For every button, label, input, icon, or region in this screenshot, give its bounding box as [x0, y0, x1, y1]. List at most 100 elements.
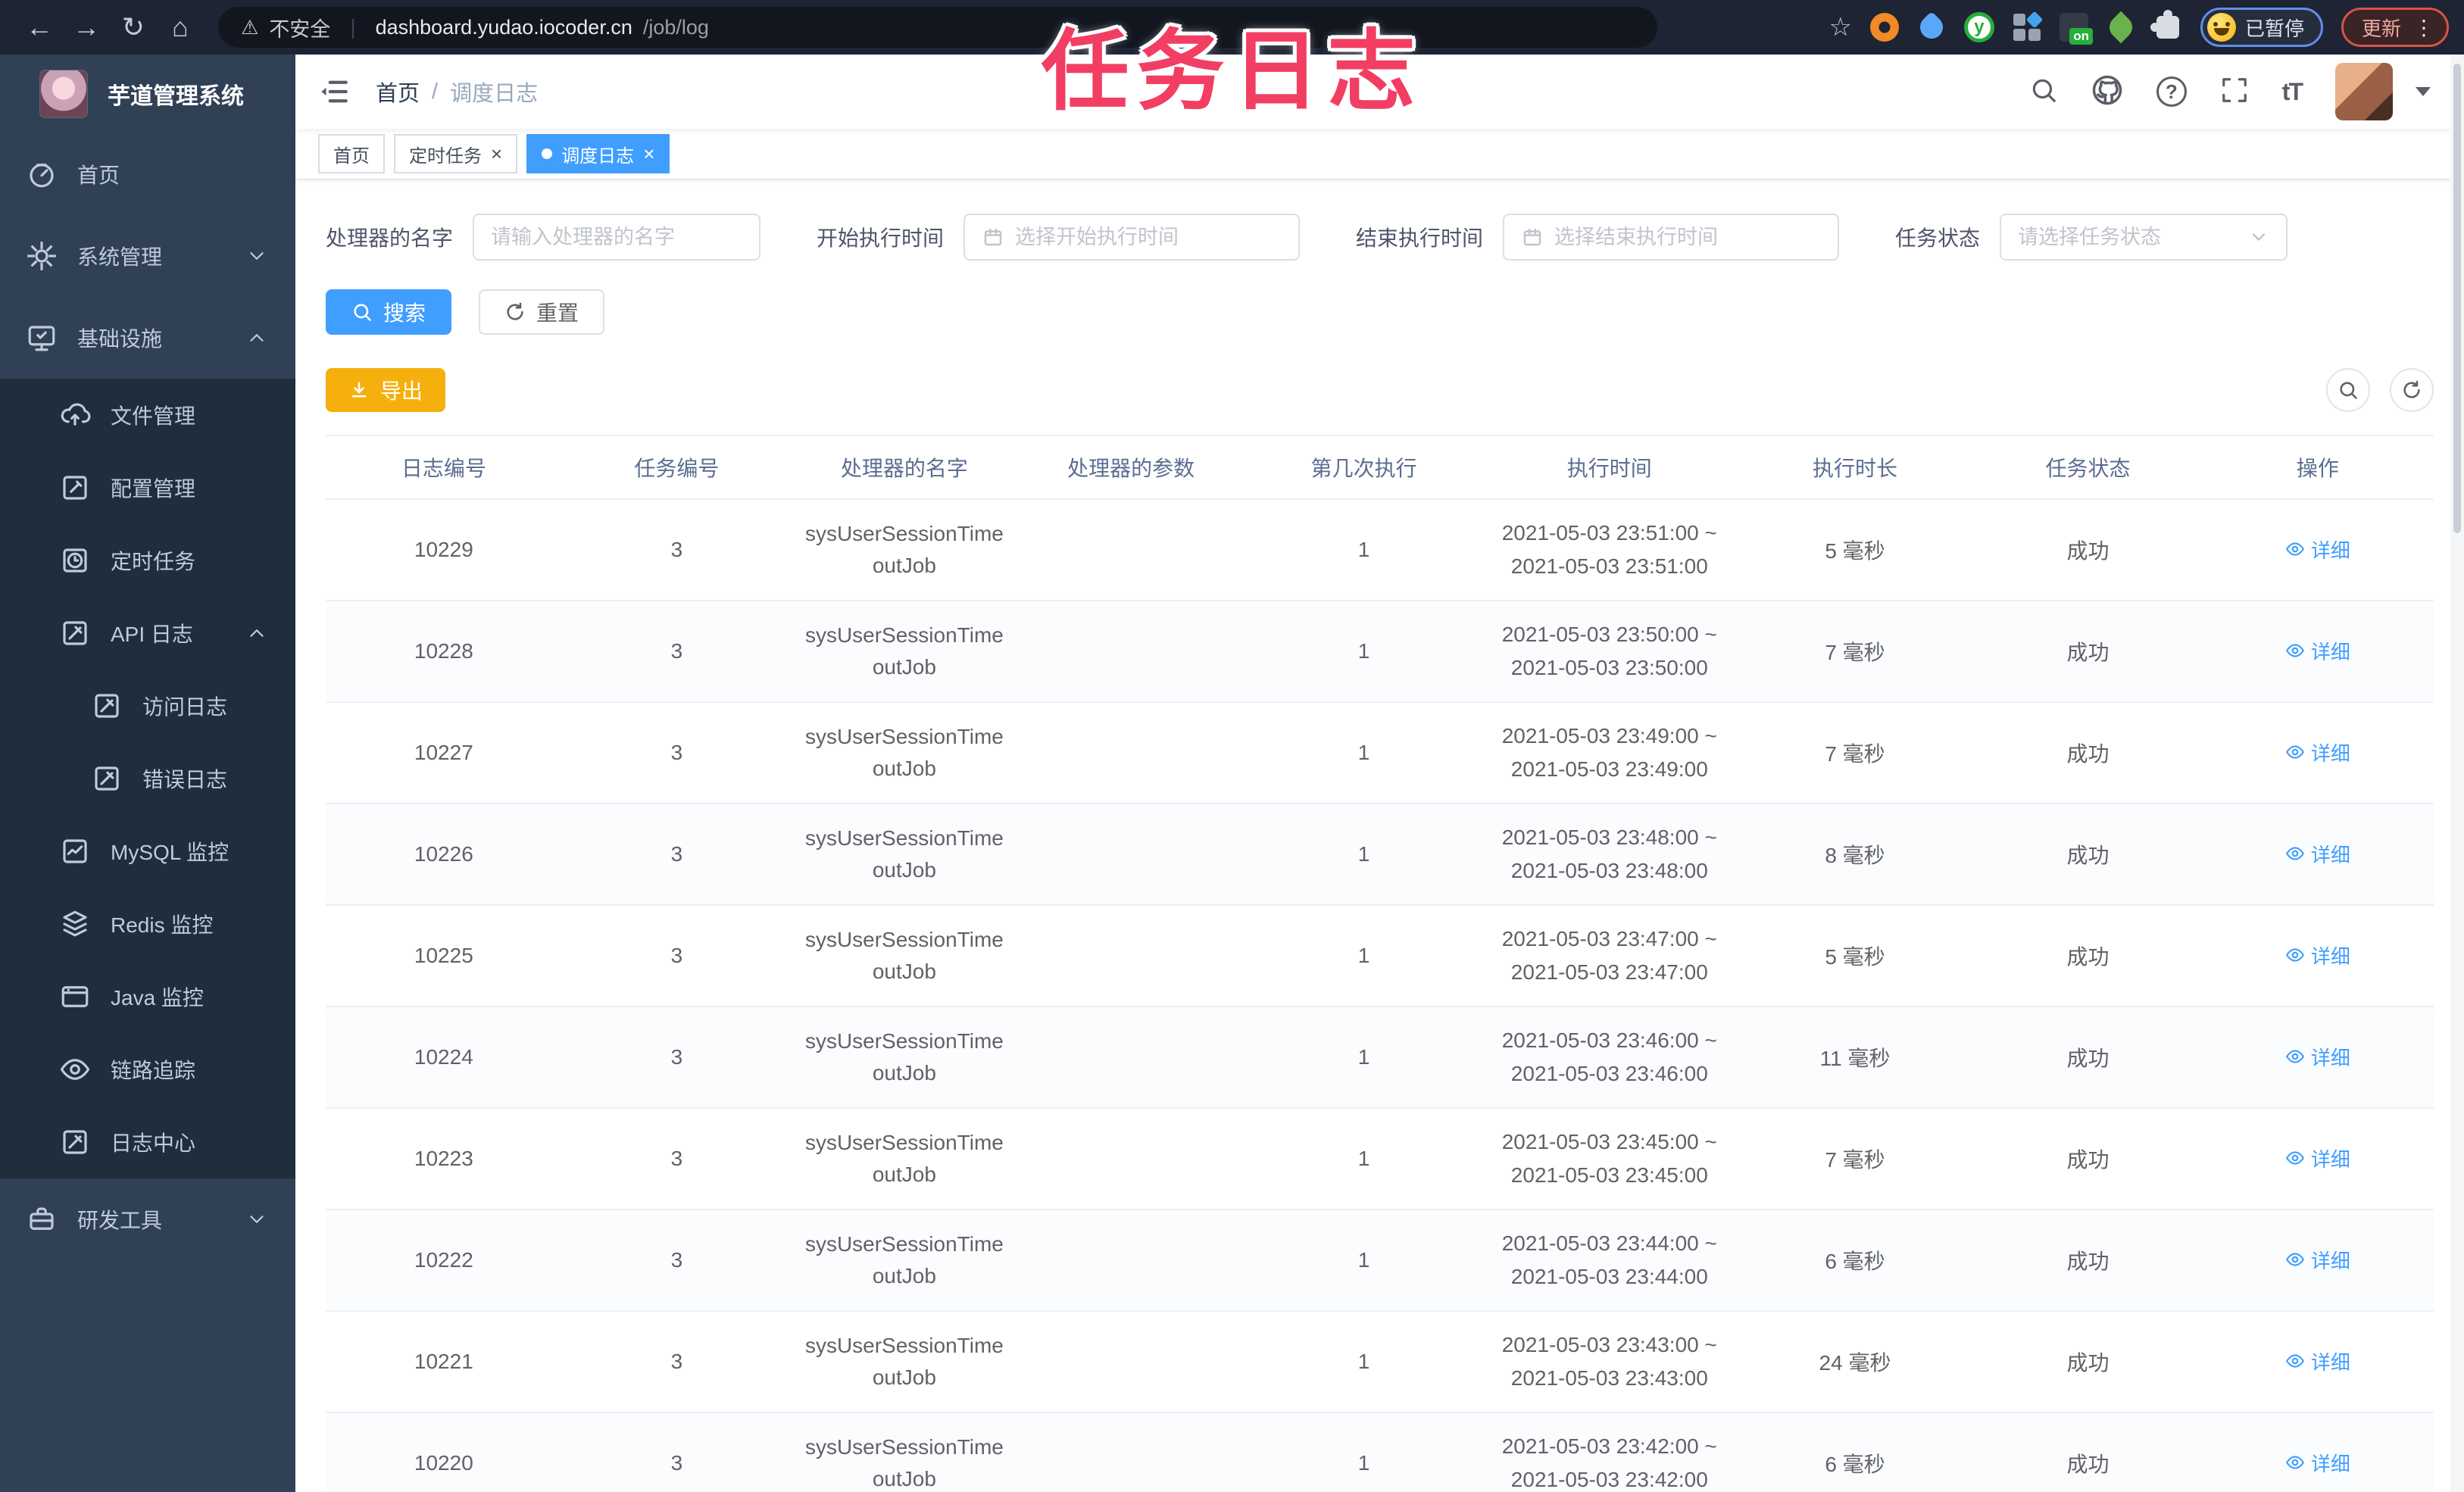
sidebar-item-log-center[interactable]: 日志中心	[0, 1106, 295, 1178]
address-bar[interactable]: ⚠ 不安全 | dashboard.yudao.iocoder.cn/job/l…	[218, 7, 1657, 48]
tag-close-icon[interactable]: ×	[643, 144, 654, 164]
cell-handler-param	[1017, 1253, 1245, 1268]
sidebar-item-mysql-monitor[interactable]: MySQL 监控	[0, 815, 295, 888]
refresh-table-button[interactable]	[2390, 368, 2434, 412]
cell-handler-param	[1017, 644, 1245, 659]
toggle-search-button[interactable]	[2326, 368, 2370, 412]
extension-green-y-icon[interactable]: y	[1963, 12, 1994, 42]
tag-job[interactable]: 定时任务 ×	[394, 134, 518, 173]
browser-forward-button[interactable]: →	[67, 0, 106, 55]
end-time-field[interactable]	[1554, 225, 1822, 249]
tag-close-icon[interactable]: ×	[491, 144, 502, 164]
browser-toolbar-right: ☆ y on 已暂停 更新 ⋮	[1828, 8, 2449, 47]
fullscreen-icon[interactable]	[2220, 76, 2249, 108]
cell-task-id: 3	[670, 1350, 683, 1373]
extension-blue-drop-icon[interactable]	[1915, 11, 1948, 44]
detail-link[interactable]: 详细	[2285, 840, 2350, 868]
sidebar-item-dev-tools[interactable]: 研发工具	[0, 1178, 295, 1260]
extension-leaf-icon[interactable]	[2104, 11, 2138, 44]
sidebar-item-job[interactable]: 定时任务	[0, 524, 295, 597]
cell-actions: 详细	[2202, 629, 2434, 674]
browser-back-button[interactable]: ←	[20, 0, 59, 55]
browser-reload-button[interactable]: ↻	[114, 0, 153, 55]
sidebar-item-api-log[interactable]: API 日志	[0, 597, 295, 670]
help-icon[interactable]: ?	[2156, 76, 2187, 107]
cell-status: 成功	[2066, 1453, 2110, 1476]
detail-link[interactable]: 详细	[2285, 535, 2350, 563]
detail-link[interactable]: 详细	[2285, 1449, 2350, 1477]
end-time-picker[interactable]	[1503, 214, 1840, 261]
detail-link[interactable]: 详细	[2285, 1347, 2350, 1375]
sidebar-item-redis-monitor[interactable]: Redis 监控	[0, 888, 295, 960]
cell-log-id: 10220	[414, 1451, 473, 1475]
status-select[interactable]	[2000, 214, 2288, 261]
detail-link[interactable]: 详细	[2285, 941, 2350, 969]
status-select-field[interactable]	[2018, 225, 2238, 249]
sidebar-item-file-manage[interactable]: 文件管理	[0, 379, 295, 451]
search-button[interactable]: 搜索	[326, 289, 452, 335]
page-scrollbar[interactable]	[2450, 55, 2464, 1492]
cell-actions: 详细	[2202, 934, 2434, 979]
scrollbar-thumb[interactable]	[2453, 64, 2461, 533]
sidebar-item-trace[interactable]: 链路追踪	[0, 1033, 295, 1106]
sidebar-item-java-monitor[interactable]: Java 监控	[0, 960, 295, 1033]
avatar-caret-down-icon[interactable]	[2416, 87, 2431, 96]
handler-name-input[interactable]	[473, 214, 761, 261]
browser-profile-button[interactable]: 已暂停	[2200, 8, 2323, 47]
cell-handler-param	[1017, 847, 1245, 862]
tag-home[interactable]: 首页	[318, 134, 385, 173]
reset-button[interactable]: 重置	[479, 289, 605, 335]
extension-grid-icon[interactable]	[2013, 11, 2044, 42]
cell-execute-index: 1	[1357, 741, 1370, 764]
font-size-icon[interactable]: tT	[2282, 78, 2303, 106]
begin-time-field[interactable]	[1015, 225, 1282, 249]
cell-duration: 5 毫秒	[1825, 539, 1885, 563]
cell-duration: 7 毫秒	[1825, 641, 1885, 664]
sidebar-menu: 首页 系统管理 基础设施 文件管理 配置管理 定时任务 API 日志 访问日志 …	[0, 133, 295, 1260]
sidebar-item-system[interactable]: 系统管理	[0, 215, 295, 297]
handler-name-field[interactable]	[491, 225, 743, 249]
detail-link[interactable]: 详细	[2285, 1246, 2350, 1274]
cell-execute-time: 2021-05-03 23:46:00 ~ 2021-05-03 23:46:0…	[1501, 1028, 1717, 1085]
cell-status: 成功	[2066, 844, 2110, 867]
app-logo[interactable]: 芋道管理系统	[0, 55, 295, 133]
export-button[interactable]: 导出	[326, 368, 446, 412]
sidebar-item-home[interactable]: 首页	[0, 133, 295, 215]
edit-square-icon	[59, 472, 91, 504]
cell-log-id: 10227	[414, 741, 473, 764]
detail-link[interactable]: 详细	[2285, 738, 2350, 766]
timer-icon	[59, 545, 91, 576]
breadcrumb-home[interactable]: 首页	[376, 76, 420, 108]
detail-link[interactable]: 详细	[2285, 1043, 2350, 1071]
browser-update-menu-button[interactable]: 更新 ⋮	[2341, 8, 2449, 47]
github-icon[interactable]	[2091, 74, 2123, 110]
extension-on-badge-icon[interactable]: on	[2059, 13, 2093, 45]
user-avatar[interactable]	[2335, 63, 2393, 120]
search-icon[interactable]	[2029, 76, 2058, 108]
sidebar-item-infra[interactable]: 基础设施	[0, 297, 295, 379]
log-edit-icon	[91, 763, 123, 794]
tag-job-log[interactable]: 调度日志 ×	[526, 134, 670, 173]
security-label[interactable]: 不安全	[269, 13, 330, 42]
cell-execute-index: 1	[1357, 1147, 1370, 1170]
cell-actions: 详细	[2202, 1035, 2434, 1080]
begin-time-picker[interactable]	[963, 214, 1301, 261]
sidebar-item-config-manage[interactable]: 配置管理	[0, 451, 295, 524]
cell-execute-index: 1	[1357, 1248, 1370, 1272]
detail-link[interactable]: 详细	[2285, 637, 2350, 665]
filter-label: 开始执行时间	[817, 226, 945, 250]
cell-actions: 详细	[2202, 1238, 2434, 1283]
sidebar-item-error-log[interactable]: 错误日志	[0, 742, 295, 815]
table-toolbar: 导出	[326, 368, 2434, 412]
monitor-window-icon	[59, 981, 91, 1013]
detail-link[interactable]: 详细	[2285, 1144, 2350, 1172]
cell-status: 成功	[2066, 1250, 2110, 1273]
browser-home-button[interactable]: ⌂	[161, 0, 200, 55]
cell-handler-name: sysUserSessionTimeoutJob	[804, 1131, 1004, 1186]
extensions-puzzle-icon[interactable]	[2150, 10, 2182, 42]
extension-orange-icon[interactable]	[1869, 13, 1899, 42]
hamburger-icon[interactable]	[318, 76, 350, 108]
sidebar-item-access-log[interactable]: 访问日志	[0, 670, 295, 742]
col-duration: 执行时长	[1813, 457, 1898, 480]
bookmark-star-icon[interactable]: ☆	[1828, 12, 1851, 42]
